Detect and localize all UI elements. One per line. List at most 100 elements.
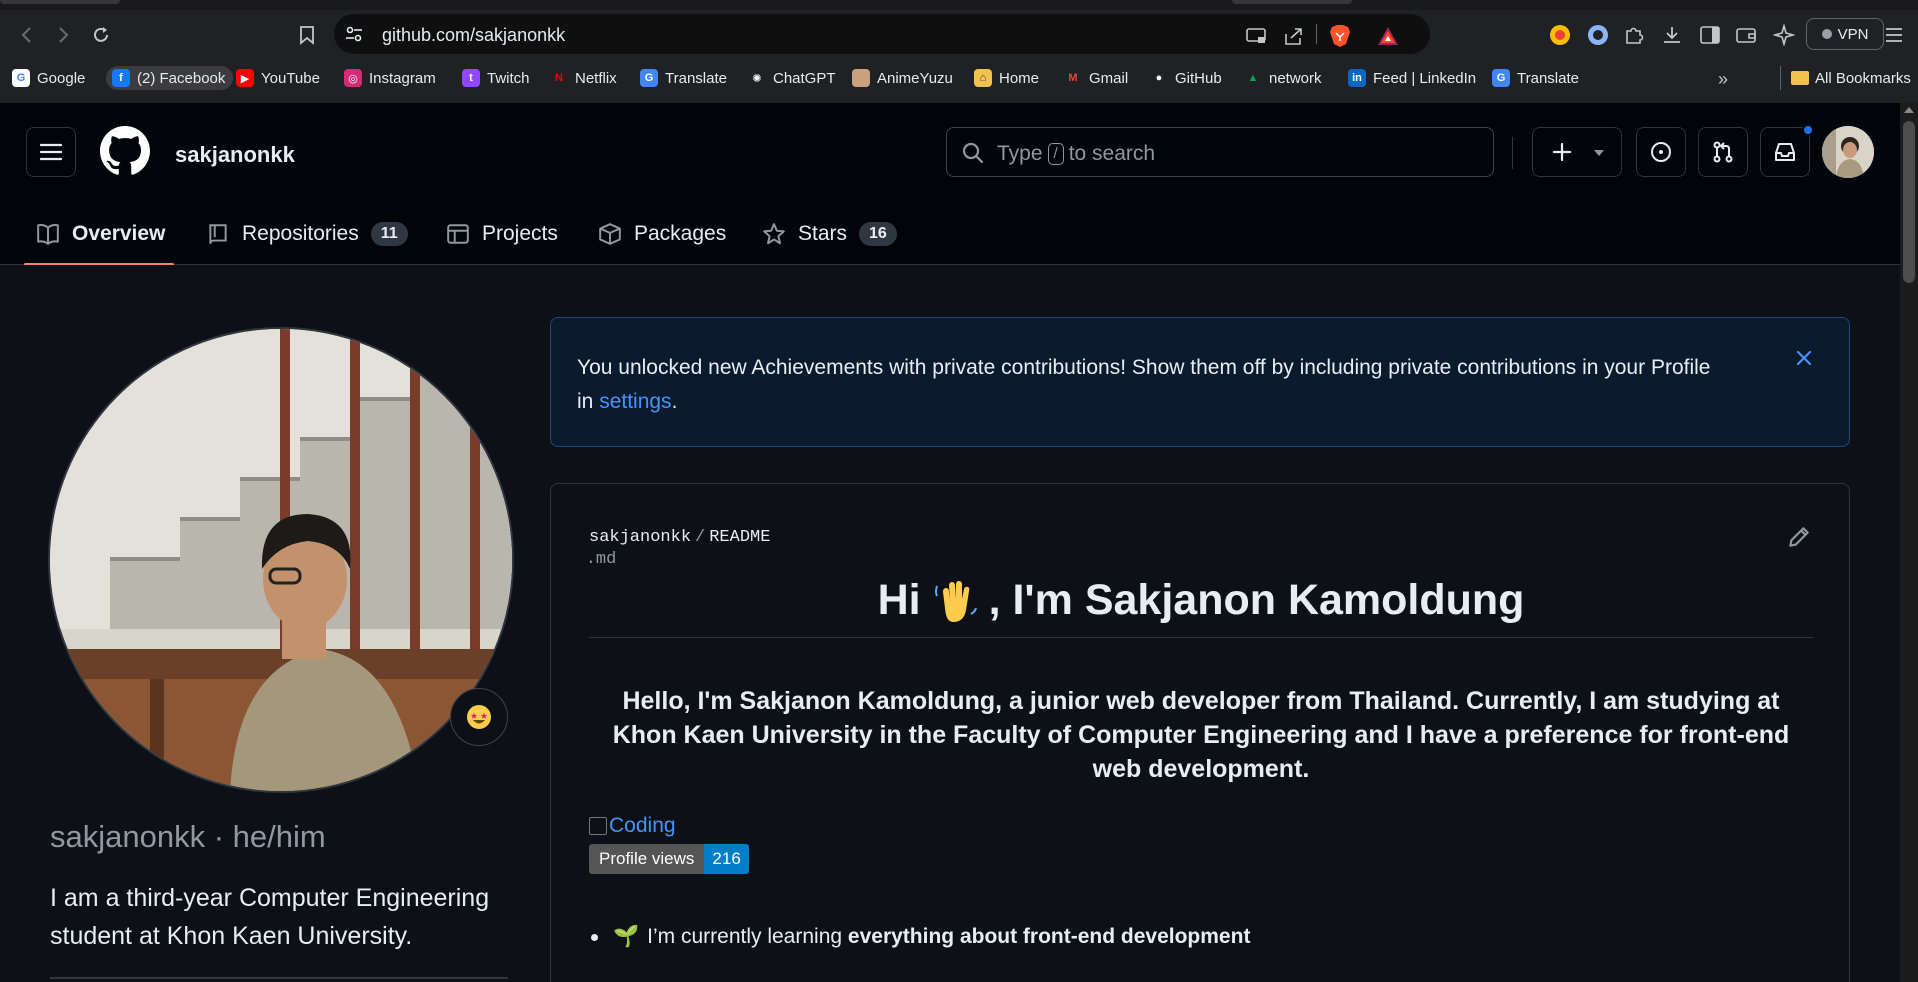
bookmark-netflix[interactable]: N Netflix	[550, 66, 617, 90]
more-bookmarks-chevron-icon[interactable]: »	[1718, 69, 1728, 90]
flash-message: You unlocked new Achievements with priva…	[577, 351, 1717, 419]
scrollbar-thumb[interactable]	[1903, 121, 1915, 283]
sidebar-panel-icon	[1700, 26, 1720, 44]
favicon-icon: ▶	[236, 69, 254, 87]
reload-icon	[94, 27, 108, 42]
tab-repositories[interactable]: Repositories 11	[206, 203, 408, 265]
flash-text-end: .	[671, 390, 678, 413]
profile-readme-card: sakjanonkk / README .md Hi , I'm Sakjanon K…	[550, 483, 1850, 982]
brave-rewards-button[interactable]	[1376, 24, 1400, 48]
bookmark-page-button[interactable]	[294, 22, 320, 48]
favicon-icon: ▲	[1244, 69, 1262, 87]
readme-extension: .md	[585, 549, 617, 569]
bookmark-network[interactable]: ▲ network	[1244, 66, 1322, 90]
browser-tab-edge[interactable]	[0, 0, 120, 4]
bookmark-label: network	[1269, 69, 1322, 87]
pencil-edit-icon[interactable]	[1786, 524, 1812, 550]
bullet-plain-text: I’m currently learning	[647, 925, 848, 948]
bookmark-chatgpt[interactable]: ✺ ChatGPT	[748, 66, 836, 90]
bookmark-youtube[interactable]: ▶ YouTube	[236, 66, 320, 90]
coding-image-link[interactable]: Coding	[589, 814, 676, 838]
brave-shields-button[interactable]	[1328, 24, 1352, 48]
profile-avatar[interactable]	[48, 327, 514, 793]
readme-path: sakjanonkk / README .md	[585, 528, 771, 571]
header-divider	[1512, 137, 1513, 169]
all-bookmarks-folder[interactable]: All Bookmarks	[1780, 66, 1911, 90]
favicon-icon: G	[640, 69, 658, 87]
vpn-status-dot	[1821, 29, 1832, 39]
browser-tab-active[interactable]	[1232, 0, 1352, 4]
bookmark-gmail[interactable]: M Gmail	[1064, 66, 1128, 90]
bookmark-feed-linkedin[interactable]: in Feed | LinkedIn	[1348, 66, 1476, 90]
bookmark-label: Translate	[1517, 69, 1579, 87]
bookmark-label: Google	[37, 69, 86, 87]
user-avatar-menu[interactable]	[1822, 126, 1874, 178]
extensions-button[interactable]	[1622, 23, 1646, 47]
bookmark-animeyuzu[interactable]: AnimeYuzu	[852, 66, 953, 90]
rewards-triangle-icon	[1378, 27, 1398, 45]
bookmark-google[interactable]: G Google	[12, 66, 85, 90]
bookmark-translate[interactable]: G Translate	[640, 66, 727, 90]
issues-button[interactable]	[1636, 127, 1686, 177]
repo-icon	[209, 224, 227, 244]
bookmark-github[interactable]: ● GitHub	[1150, 66, 1222, 90]
extension-colorful-button[interactable]	[1548, 23, 1572, 47]
tab-counter: 11	[370, 222, 408, 246]
tab-stars[interactable]: Stars 16	[762, 203, 897, 265]
url-text[interactable]: github.com/sakjanonkk	[382, 25, 565, 46]
achievements-flash-banner: You unlocked new Achievements with priva…	[550, 317, 1850, 447]
create-new-button[interactable]	[1532, 127, 1622, 177]
inbox-icon	[1775, 143, 1795, 161]
dismiss-flash-button[interactable]	[1791, 345, 1817, 371]
address-bar[interactable]: github.com/sakjanonkk	[334, 14, 1430, 54]
open-global-nav-button[interactable]	[26, 127, 76, 177]
coding-alt-text: Coding	[609, 814, 676, 837]
extension-ring-button[interactable]	[1586, 23, 1610, 47]
status-emoji-button[interactable]	[450, 688, 508, 746]
readme-filename[interactable]: README	[709, 528, 770, 547]
bookmark-twitch[interactable]: t Twitch	[462, 66, 530, 90]
vpn-button[interactable]: VPN	[1806, 18, 1884, 50]
broken-image-icon	[589, 817, 607, 835]
downloads-button[interactable]	[1660, 23, 1684, 47]
plus-icon	[1552, 142, 1572, 162]
favicon-icon: ✺	[748, 69, 766, 87]
triangle-down-icon	[1594, 150, 1604, 156]
tab-projects[interactable]: Projects	[446, 203, 558, 265]
scroll-up-arrow-icon[interactable]	[1904, 107, 1914, 113]
tab-label: Projects	[482, 222, 558, 245]
forward-button[interactable]	[50, 22, 76, 48]
three-bars-icon	[39, 143, 63, 161]
tab-overview[interactable]: Overview	[24, 203, 174, 266]
browser-menu-button[interactable]	[1882, 23, 1906, 47]
favicon-icon: ⌂	[974, 69, 992, 87]
notifications-button[interactable]	[1760, 127, 1810, 177]
share-icon	[1285, 28, 1302, 45]
favicon-icon: in	[1348, 69, 1366, 87]
bookmark-instagram[interactable]: ◎ Instagram	[344, 66, 436, 90]
readme-heading: Hi , I'm Sakjanon Kamoldung	[589, 576, 1813, 638]
bookmark-home[interactable]: ⌂ Home	[974, 66, 1039, 90]
context-username[interactable]: sakjanonkk	[175, 142, 295, 168]
page-scrollbar[interactable]	[1900, 103, 1918, 982]
cast-button[interactable]	[1244, 24, 1268, 48]
github-mark-icon[interactable]	[100, 126, 150, 176]
follow-button-edge[interactable]	[50, 977, 508, 979]
sidebar-button[interactable]	[1698, 23, 1722, 47]
tab-packages[interactable]: Packages	[598, 203, 726, 265]
back-button[interactable]	[14, 22, 40, 48]
bookmark-translate[interactable]: G Translate	[1492, 66, 1579, 90]
pull-requests-button[interactable]	[1698, 127, 1748, 177]
site-info-icon[interactable]	[344, 24, 364, 44]
settings-link[interactable]: settings	[599, 390, 671, 413]
share-button[interactable]	[1282, 24, 1306, 48]
tab-label: Stars	[798, 222, 848, 245]
leo-ai-button[interactable]	[1772, 23, 1796, 47]
readme-owner[interactable]: sakjanonkk	[589, 528, 691, 547]
search-input[interactable]: Type / to search	[946, 127, 1494, 177]
reload-button[interactable]	[88, 22, 114, 48]
bookmark-2-facebook[interactable]: f (2) Facebook	[106, 66, 234, 90]
search-placeholder: Type / to search	[997, 142, 1155, 166]
tab-label: Repositories	[242, 222, 359, 245]
wallet-button[interactable]	[1734, 23, 1758, 47]
